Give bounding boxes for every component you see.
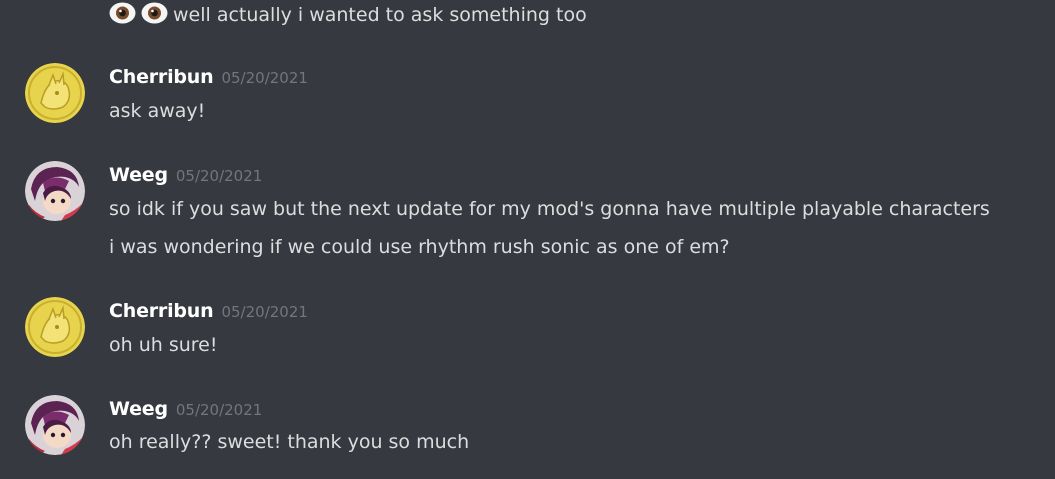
username[interactable]: Cherribun <box>109 300 214 322</box>
username[interactable]: Weeg <box>109 398 168 420</box>
message-header: Cherribun 05/20/2021 <box>109 299 308 324</box>
message-header: Weeg 05/20/2021 <box>109 163 262 188</box>
username[interactable]: Weeg <box>109 164 168 186</box>
eyes-emoji <box>141 2 168 30</box>
weeg-avatar[interactable] <box>25 395 85 455</box>
message-text: oh really?? sweet! thank you so much <box>109 431 470 453</box>
chat-log: well actually i wanted to ask something … <box>0 0 1055 479</box>
eyes-emoji <box>109 2 136 30</box>
cherribun-avatar[interactable] <box>25 297 85 357</box>
message-text: well actually i wanted to ask something … <box>173 4 587 26</box>
message-text: so idk if you saw but the next update fo… <box>109 198 990 220</box>
message-header: Weeg 05/20/2021 <box>109 397 262 422</box>
weeg-avatar[interactable] <box>25 161 85 221</box>
username[interactable]: Cherribun <box>109 66 214 88</box>
timestamp: 05/20/2021 <box>175 401 263 419</box>
message-text: ask away! <box>109 100 206 122</box>
message-header: Cherribun 05/20/2021 <box>109 65 308 90</box>
timestamp: 05/20/2021 <box>175 167 263 185</box>
message-content: well actually i wanted to ask something … <box>109 2 587 30</box>
timestamp: 05/20/2021 <box>221 69 308 87</box>
timestamp: 05/20/2021 <box>221 303 308 321</box>
message-text: oh uh sure! <box>109 334 218 356</box>
message-text: i was wondering if we could use rhythm r… <box>109 236 730 258</box>
cherribun-avatar[interactable] <box>25 63 85 123</box>
